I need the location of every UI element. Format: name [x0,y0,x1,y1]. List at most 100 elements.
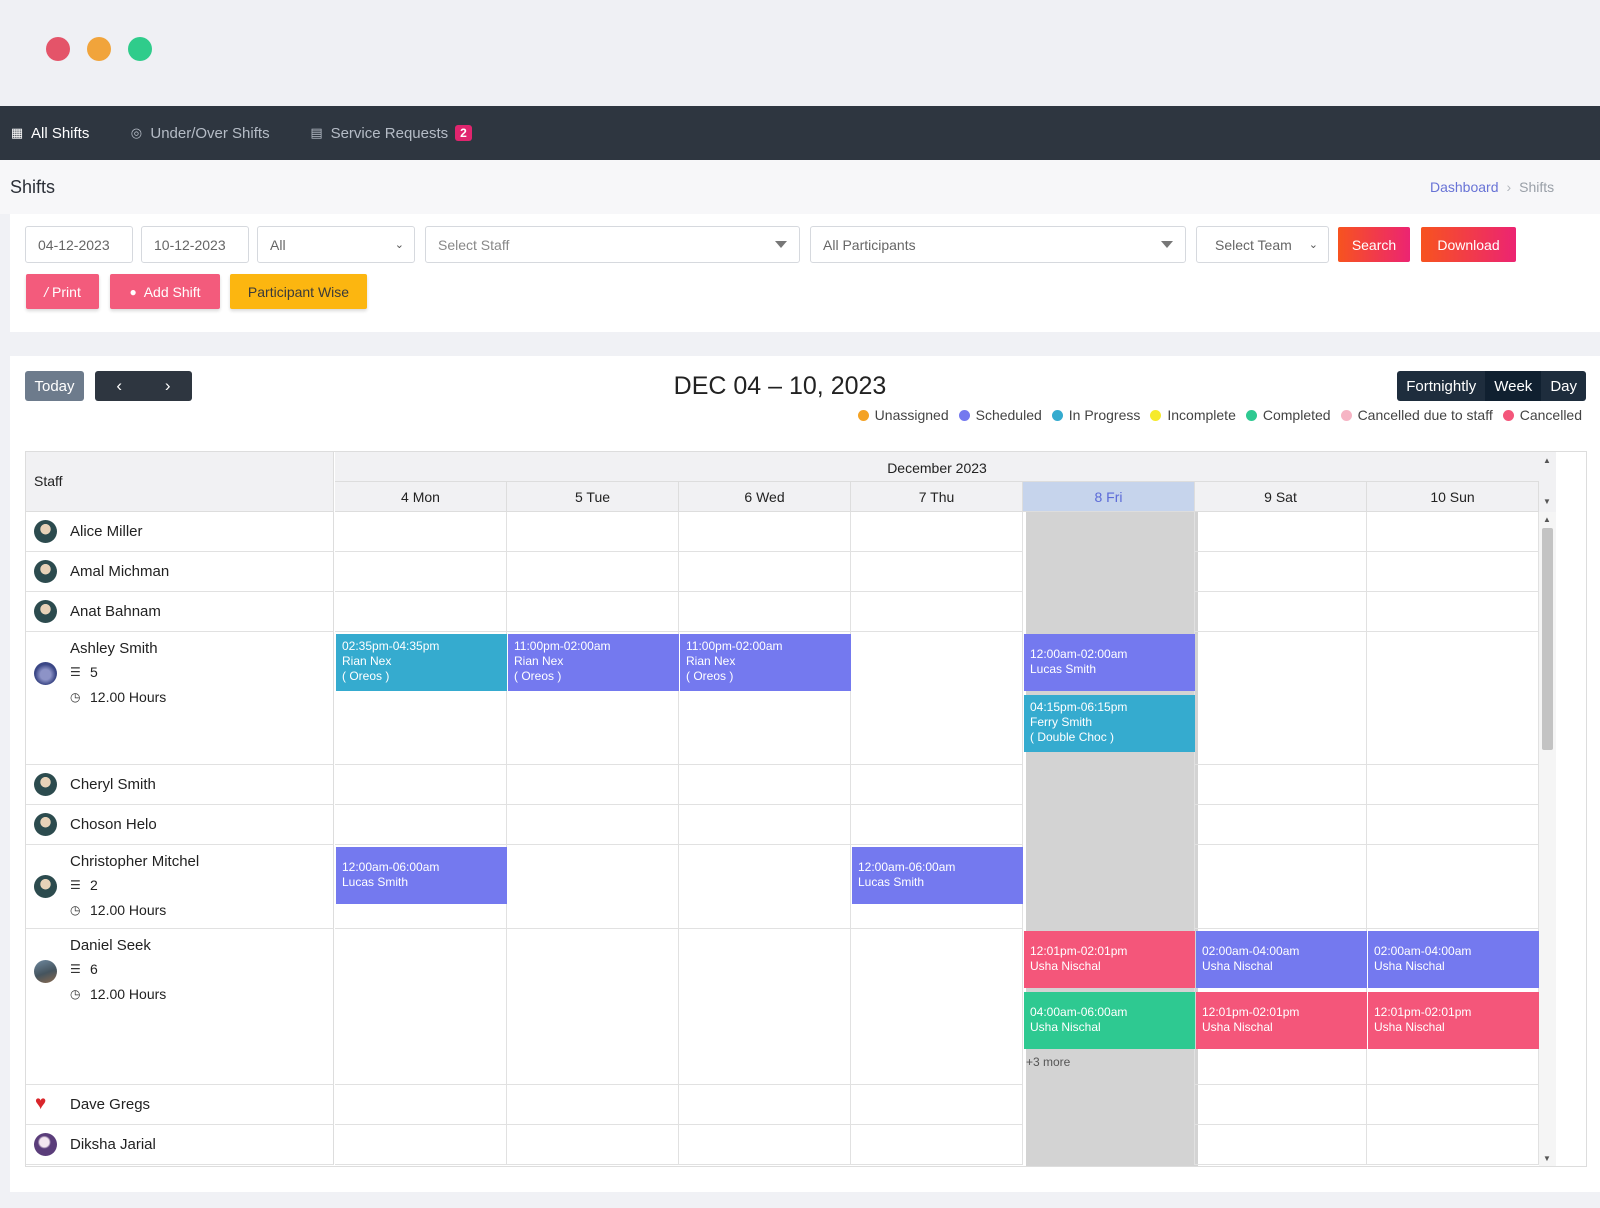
view-week-button[interactable]: Week [1485,371,1542,401]
day-cell[interactable] [679,1125,851,1165]
day-cell[interactable] [679,552,851,592]
day-cell[interactable] [679,805,851,845]
day-cell[interactable] [1367,1125,1539,1165]
day-cell[interactable] [1195,552,1367,592]
staff-name[interactable]: Choson Helo [70,816,157,833]
shift-event[interactable]: 12:01pm-02:01pm Usha Nischal [1368,992,1539,1049]
day-cell[interactable] [1367,765,1539,805]
prev-week-button[interactable]: ‹ [95,371,144,401]
view-day-button[interactable]: Day [1541,371,1586,401]
scrollbar-thumb[interactable] [1542,528,1553,750]
shift-event[interactable]: 11:00pm-02:00am Rian Nex( Oreos ) [680,634,851,691]
day-cell[interactable] [335,765,507,805]
search-button[interactable]: Search [1338,227,1410,262]
day-cell[interactable] [1195,592,1367,632]
shift-event[interactable]: 12:01pm-02:01pm Usha Nischal [1024,931,1195,988]
shift-event[interactable]: 02:00am-04:00am Usha Nischal [1368,931,1539,988]
day-cell[interactable] [1367,1085,1539,1125]
day-cell[interactable] [507,929,679,1085]
next-week-button[interactable]: › [144,371,193,401]
shift-event[interactable]: 04:15pm-06:15pm Ferry Smith( Double Choc … [1024,695,1195,752]
print-button[interactable]: / Print [26,274,99,309]
staff-name[interactable]: Cheryl Smith [70,776,156,793]
day-cell[interactable] [1195,765,1367,805]
end-date-input[interactable]: 10-12-2023 [141,226,249,263]
day-cell[interactable] [1367,552,1539,592]
download-button[interactable]: Download [1421,227,1516,262]
day-cell[interactable] [851,765,1023,805]
close-window-icon[interactable] [46,37,70,61]
day-cell[interactable] [679,592,851,632]
maximize-window-icon[interactable] [128,37,152,61]
more-shifts-link[interactable]: +3 more [1026,1055,1070,1069]
scroll-down-icon[interactable]: ▼ [1543,497,1551,506]
day-cell[interactable] [1367,632,1539,765]
day-cell[interactable] [507,845,679,929]
scroll-up-icon[interactable]: ▲ [1543,515,1551,524]
team-select[interactable]: Select Team ⌄ [1196,226,1329,263]
shift-event[interactable]: 12:00am-06:00am Lucas Smith [852,847,1023,904]
staff-name[interactable]: Anat Bahnam [70,603,161,620]
day-cell[interactable] [851,552,1023,592]
day-cell[interactable] [1023,512,1195,552]
day-cell[interactable] [1195,805,1367,845]
day-cell[interactable] [335,592,507,632]
day-cell[interactable] [1367,845,1539,929]
day-cell[interactable] [851,592,1023,632]
staff-name[interactable]: Ashley Smith [70,640,158,657]
staff-name[interactable]: Diksha Jarial [70,1136,156,1153]
today-button[interactable]: Today [25,371,84,401]
day-cell[interactable] [1023,765,1195,805]
day-cell[interactable] [1367,805,1539,845]
day-cell[interactable] [1367,592,1539,632]
day-cell[interactable] [851,512,1023,552]
day-cell[interactable] [507,552,679,592]
day-cell[interactable] [851,1125,1023,1165]
day-cell[interactable] [1023,552,1195,592]
add-shift-button[interactable]: ● Add Shift [110,274,220,309]
day-cell[interactable] [1195,632,1367,765]
day-cell[interactable] [1023,805,1195,845]
breadcrumb-dashboard[interactable]: Dashboard [1430,179,1499,195]
shift-event[interactable]: 11:00pm-02:00am Rian Nex( Oreos ) [508,634,679,691]
participants-select[interactable]: All Participants [810,226,1186,263]
day-cell[interactable] [335,1125,507,1165]
day-cell[interactable] [1023,1085,1195,1125]
staff-name[interactable]: Dave Gregs [70,1096,150,1113]
staff-name[interactable]: Daniel Seek [70,937,151,954]
view-fortnightly-button[interactable]: Fortnightly [1397,371,1485,401]
shift-event[interactable]: 12:00am-06:00am Lucas Smith [336,847,507,904]
staff-name[interactable]: Christopher Mitchel [70,853,199,870]
day-cell[interactable] [851,805,1023,845]
day-cell[interactable] [1023,1125,1195,1165]
day-cell[interactable] [507,1125,679,1165]
scroll-up-icon[interactable]: ▲ [1543,456,1551,465]
day-cell[interactable] [1195,1125,1367,1165]
day-cell[interactable] [1195,512,1367,552]
day-cell[interactable] [1023,592,1195,632]
day-cell[interactable] [679,845,851,929]
vertical-scrollbar[interactable]: ▲ ▼ [1539,512,1556,1166]
day-cell[interactable] [507,592,679,632]
scroll-down-icon[interactable]: ▼ [1543,1154,1551,1163]
day-cell[interactable] [679,929,851,1085]
day-cell[interactable] [507,1085,679,1125]
shift-event[interactable]: 02:00am-04:00am Usha Nischal [1196,931,1367,988]
staff-select[interactable]: Select Staff [425,226,800,263]
day-cell[interactable] [335,552,507,592]
participant-wise-button[interactable]: Participant Wise [230,274,367,309]
nav-tab-service-requests[interactable]: ▤ Service Requests 2 [310,125,472,142]
status-select[interactable]: All ⌄ [257,226,415,263]
day-cell[interactable] [679,1085,851,1125]
day-cell[interactable] [335,512,507,552]
nav-tab-all-shifts[interactable]: ▦ All Shifts [10,125,90,142]
day-cell[interactable] [507,805,679,845]
shift-event[interactable]: 12:00am-02:00am Lucas Smith [1024,634,1195,691]
day-cell[interactable] [335,929,507,1085]
minimize-window-icon[interactable] [87,37,111,61]
day-cell[interactable] [1367,512,1539,552]
day-cell[interactable] [679,512,851,552]
shift-event[interactable]: 04:00am-06:00am Usha Nischal [1024,992,1195,1049]
nav-tab-under-over-shifts[interactable]: ◎ Under/Over Shifts [129,125,270,142]
start-date-input[interactable]: 04-12-2023 [25,226,133,263]
